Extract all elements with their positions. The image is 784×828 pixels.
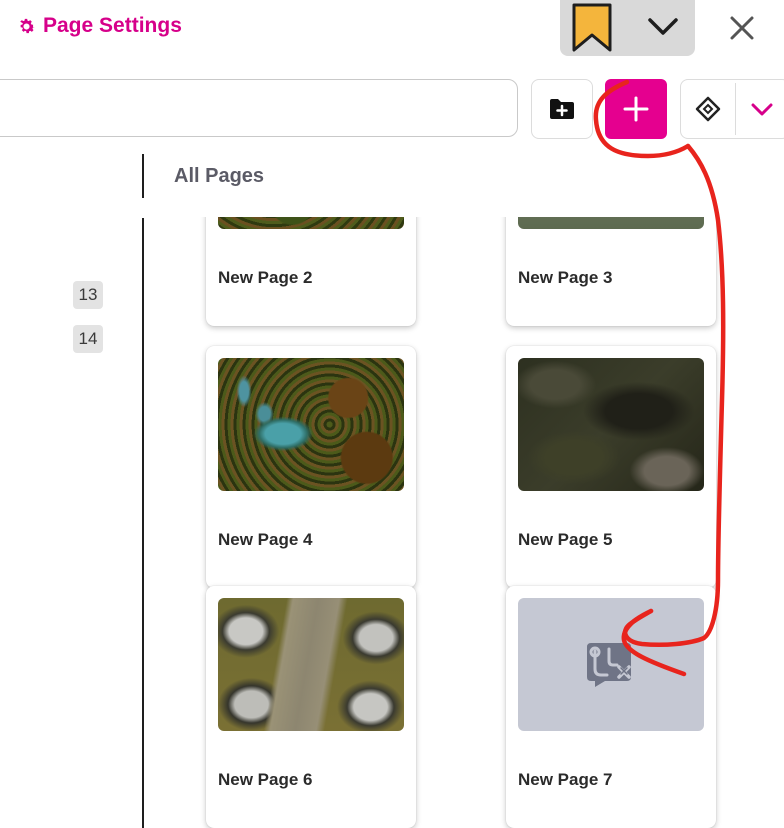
gear-icon <box>20 18 35 33</box>
page-card-title: New Page 3 <box>518 268 613 287</box>
page-card[interactable]: New Page 5 <box>506 346 716 588</box>
page-thumbnail <box>518 217 704 229</box>
page-card[interactable]: New Page 7 <box>506 586 716 828</box>
page-thumbnail <box>218 598 404 731</box>
page-card[interactable]: New Page 4 <box>206 346 416 588</box>
page-card-title: New Page 4 <box>218 530 313 549</box>
page-number-13[interactable]: 13 <box>73 281 103 309</box>
folder-plus-icon <box>550 99 574 119</box>
page-card-title: New Page 7 <box>518 770 613 789</box>
page-card-title: New Page 6 <box>218 770 313 789</box>
panel-divider-top <box>142 154 144 198</box>
search-input[interactable] <box>0 80 517 136</box>
page-number-14[interactable]: 14 <box>73 325 103 353</box>
chevron-down-icon <box>648 18 678 35</box>
page-card[interactable]: New Page 6 <box>206 586 416 828</box>
page-card[interactable]: New Page 3 <box>506 217 716 326</box>
sort-diamond-icon <box>695 96 721 122</box>
page-settings-link[interactable]: Page Settings <box>16 14 182 38</box>
add-folder-button[interactable] <box>531 79 593 139</box>
close-button[interactable] <box>722 8 762 48</box>
page-thumbnail <box>218 217 404 229</box>
close-icon <box>730 16 754 40</box>
sort-divider <box>735 83 736 135</box>
bookmark-dropdown-button[interactable] <box>640 8 686 46</box>
page-card-title: New Page 5 <box>518 530 613 549</box>
plus-icon <box>623 96 649 122</box>
no-map-icon <box>587 642 631 687</box>
panel-divider <box>142 218 144 828</box>
page-thumbnail-placeholder <box>518 598 704 731</box>
page-card-title: New Page 2 <box>218 268 313 287</box>
pages-grid[interactable]: New Page 2 New Page 3 New Page 4 New Pag… <box>150 217 784 828</box>
bookmark-button[interactable] <box>570 2 616 54</box>
page-title: Page Settings <box>43 14 182 37</box>
bookmark-icon <box>572 3 612 52</box>
search-field[interactable] <box>0 79 518 137</box>
page-card[interactable]: New Page 2 <box>206 217 416 326</box>
page-thumbnail <box>518 358 704 491</box>
add-page-button[interactable] <box>605 79 667 139</box>
page-thumbnail <box>218 358 404 491</box>
all-pages-heading: All Pages <box>174 165 265 187</box>
sort-chevron-down-icon[interactable] <box>748 98 776 120</box>
